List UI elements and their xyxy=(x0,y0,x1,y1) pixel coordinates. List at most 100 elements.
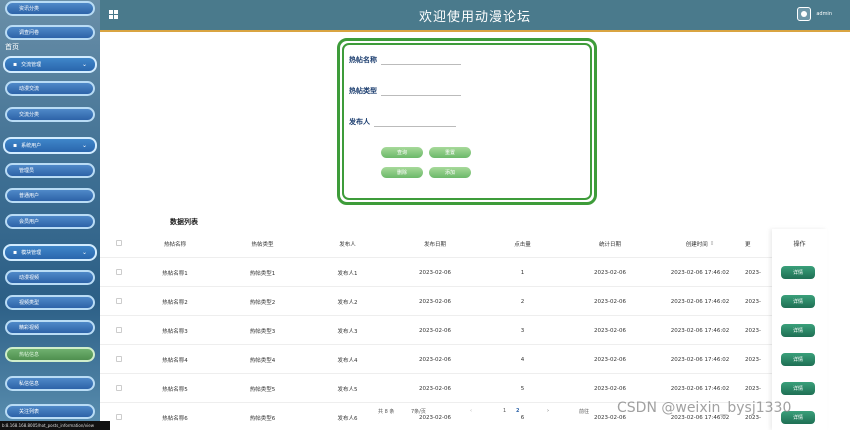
type-field-row: 热帖类型 xyxy=(349,86,461,96)
avatar-icon[interactable] xyxy=(797,7,812,21)
table-cell: 发布人3 xyxy=(315,316,380,345)
table-cell: 2023-02-06 xyxy=(395,345,475,374)
sidebar-item-10[interactable]: 动漫视频 xyxy=(5,270,95,285)
table-cell: 2023- xyxy=(745,345,772,374)
detail-button[interactable]: 详情 xyxy=(781,266,815,279)
select-all-checkbox[interactable] xyxy=(116,240,122,246)
pagination-prev-icon[interactable]: ‹ xyxy=(470,408,472,414)
detail-button[interactable]: 详情 xyxy=(781,324,815,337)
sidebar-label: 系统用户 xyxy=(21,143,42,149)
cell-text: 2023-02-06 17:46:02 xyxy=(670,269,730,276)
table-cell: 2023-02-06 xyxy=(395,287,475,316)
table-cell: 2023-02-06 xyxy=(570,316,650,345)
cell-text: 1 xyxy=(520,269,525,276)
cell-text: 热帖名称4 xyxy=(162,357,188,364)
sidebar-label: 私信信息 xyxy=(19,381,40,387)
table-cell: 5 xyxy=(485,374,560,403)
header-divider xyxy=(100,30,850,32)
cell-text: 发布人5 xyxy=(337,386,358,393)
sidebar-label: 动漫视频 xyxy=(19,275,40,281)
table-cell: 3 xyxy=(485,316,560,345)
cell-text: 2 xyxy=(520,298,525,305)
pagination-page-1[interactable]: 1 xyxy=(503,408,506,414)
sidebar-item-12[interactable]: 精彩视频 xyxy=(5,320,95,335)
group-icon: ▪ xyxy=(13,249,18,256)
sidebar-item-6[interactable]: 管理员 xyxy=(5,163,95,178)
cell-text: 发布人1 xyxy=(337,270,358,277)
sidebar-home-hint: 首页 xyxy=(5,43,19,51)
cell-text: 5 xyxy=(520,385,525,392)
table-cell: 热帖名称5 xyxy=(135,374,215,403)
sidebar-item-11[interactable]: 视频类型 xyxy=(5,295,95,310)
sidebar-label: 精彩视频 xyxy=(19,325,40,331)
row-checkbox[interactable] xyxy=(116,269,122,275)
sidebar-item-13[interactable]: 热帖信息 xyxy=(5,347,95,362)
row-checkbox[interactable] xyxy=(116,327,122,333)
chevron-down-icon: ⌄ xyxy=(81,142,87,149)
sidebar-item-14[interactable]: 私信信息 xyxy=(5,376,95,391)
sidebar-item-4[interactable]: 交流分类 xyxy=(5,107,95,122)
column-header-text: 发布人 xyxy=(339,241,356,248)
sidebar-label: 热帖信息 xyxy=(19,352,40,358)
reset-button[interactable]: 重置 xyxy=(429,147,471,158)
cell-text: 2023-02-06 17:46:02 xyxy=(670,385,730,392)
table-cell: 2023-02-06 xyxy=(395,374,475,403)
cell-text: 2023- xyxy=(745,298,761,305)
column-header-text: 点击量 xyxy=(514,241,531,248)
row-checkbox[interactable] xyxy=(116,385,122,391)
publisher-field-row: 发布人 xyxy=(349,117,456,127)
detail-button[interactable]: 详情 xyxy=(781,295,815,308)
sidebar-item-1[interactable]: 调查问卷 xyxy=(5,25,95,40)
sidebar-group-2[interactable]: ▪ 交流管理 ⌄ xyxy=(3,56,97,73)
publisher-input[interactable] xyxy=(374,117,456,127)
detail-button[interactable]: 详情 xyxy=(781,353,815,366)
table-cell: 2023- xyxy=(745,287,772,316)
row-checkbox[interactable] xyxy=(116,414,122,420)
cell-text: 6 xyxy=(520,414,525,421)
sidebar-group-5[interactable]: ▪ 系统用户 ⌄ xyxy=(3,137,97,154)
pagination-next-icon[interactable]: › xyxy=(547,408,549,414)
type-input[interactable] xyxy=(381,86,461,96)
table-cell: 2 xyxy=(485,287,560,316)
sidebar-group-9[interactable]: ▪ 模块管理 ⌄ xyxy=(3,244,97,261)
add-button[interactable]: 添加 xyxy=(429,167,471,178)
table-header-row: 热帖名称 热帖类型 发布人 发布日期 点击量 统计日期 创建时间 ⇕ 更 xyxy=(100,229,772,258)
detail-button[interactable]: 详情 xyxy=(781,382,815,395)
cell-text: 2023-02-06 xyxy=(594,298,626,305)
cell-text: 2023-02-06 17:46:02 xyxy=(670,298,730,305)
row-checkbox[interactable] xyxy=(116,356,122,362)
column-header: 热帖名称 xyxy=(135,229,215,258)
sidebar-label: 交流分类 xyxy=(19,112,40,118)
cell-text: 3 xyxy=(520,327,525,334)
sidebar-item-8[interactable]: 会员用户 xyxy=(5,214,95,229)
cell-text: 发布人3 xyxy=(337,328,358,335)
query-button[interactable]: 查询 xyxy=(381,147,423,158)
pagination-page-size[interactable]: 7条/页 xyxy=(411,408,426,415)
pagination-total: 共 8 条 xyxy=(378,409,395,415)
sidebar-item-3[interactable]: 动漫交流 xyxy=(5,81,95,96)
table-cell: 2023-02-06 17:46:02 xyxy=(655,316,745,345)
sidebar-item-0[interactable]: 资讯分类 xyxy=(5,1,95,16)
cell-text: 2023-02-06 xyxy=(419,269,451,276)
table-cell: 热帖类型2 xyxy=(225,287,300,316)
name-input[interactable] xyxy=(381,55,461,65)
table-cell: 热帖名称3 xyxy=(135,316,215,345)
cell-text: 发布人6 xyxy=(337,415,358,422)
sort-icon[interactable]: ⇕ xyxy=(710,241,715,247)
row-checkbox[interactable] xyxy=(116,298,122,304)
table-cell: 热帖名称6 xyxy=(135,403,215,430)
table-row: 热帖名称2 热帖类型2 发布人2 2023-02-06 2 2023-02-06 2023-… xyxy=(100,287,772,316)
cell-text: 4 xyxy=(520,356,525,363)
sidebar-item-7[interactable]: 普通用户 xyxy=(5,188,95,203)
table-cell: 2023- xyxy=(745,258,772,287)
pagination-page-2[interactable]: 2 xyxy=(516,408,519,414)
column-header: 点击量 xyxy=(485,229,560,258)
cell-text: 热帖类型5 xyxy=(249,386,276,393)
column-header: 更 xyxy=(745,229,772,258)
cell-text: 热帖类型3 xyxy=(249,328,276,335)
sidebar-item-15[interactable]: 关注列表 xyxy=(5,404,95,419)
user-menu[interactable]: admin xyxy=(797,7,832,21)
cell-text: 2023-02-06 17:46:02 xyxy=(670,356,730,363)
delete-button[interactable]: 删除 xyxy=(381,167,423,178)
table-cell: 4 xyxy=(485,345,560,374)
